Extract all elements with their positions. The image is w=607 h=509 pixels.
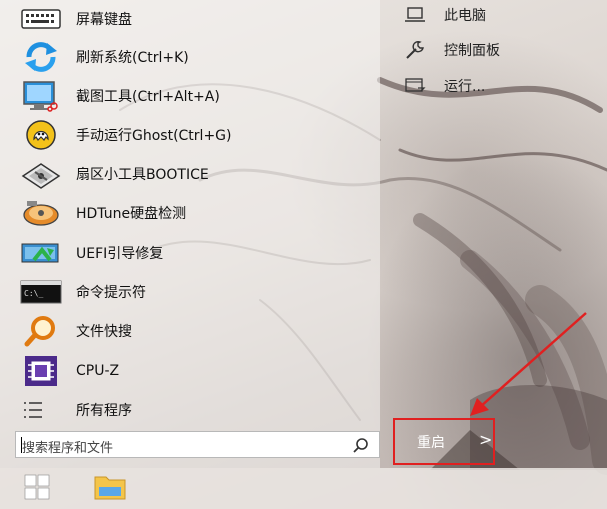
annotation-arrow (470, 312, 587, 416)
windows-logo-icon (24, 474, 50, 504)
chevron-right-icon[interactable]: > (479, 430, 492, 449)
folder-icon (94, 473, 126, 505)
taskbar-file-explorer[interactable] (88, 468, 132, 509)
restart-label: 重启 (417, 435, 445, 451)
restart-button[interactable]: 重启 > (393, 418, 495, 465)
taskbar (0, 468, 607, 509)
start-button[interactable] (15, 468, 59, 509)
